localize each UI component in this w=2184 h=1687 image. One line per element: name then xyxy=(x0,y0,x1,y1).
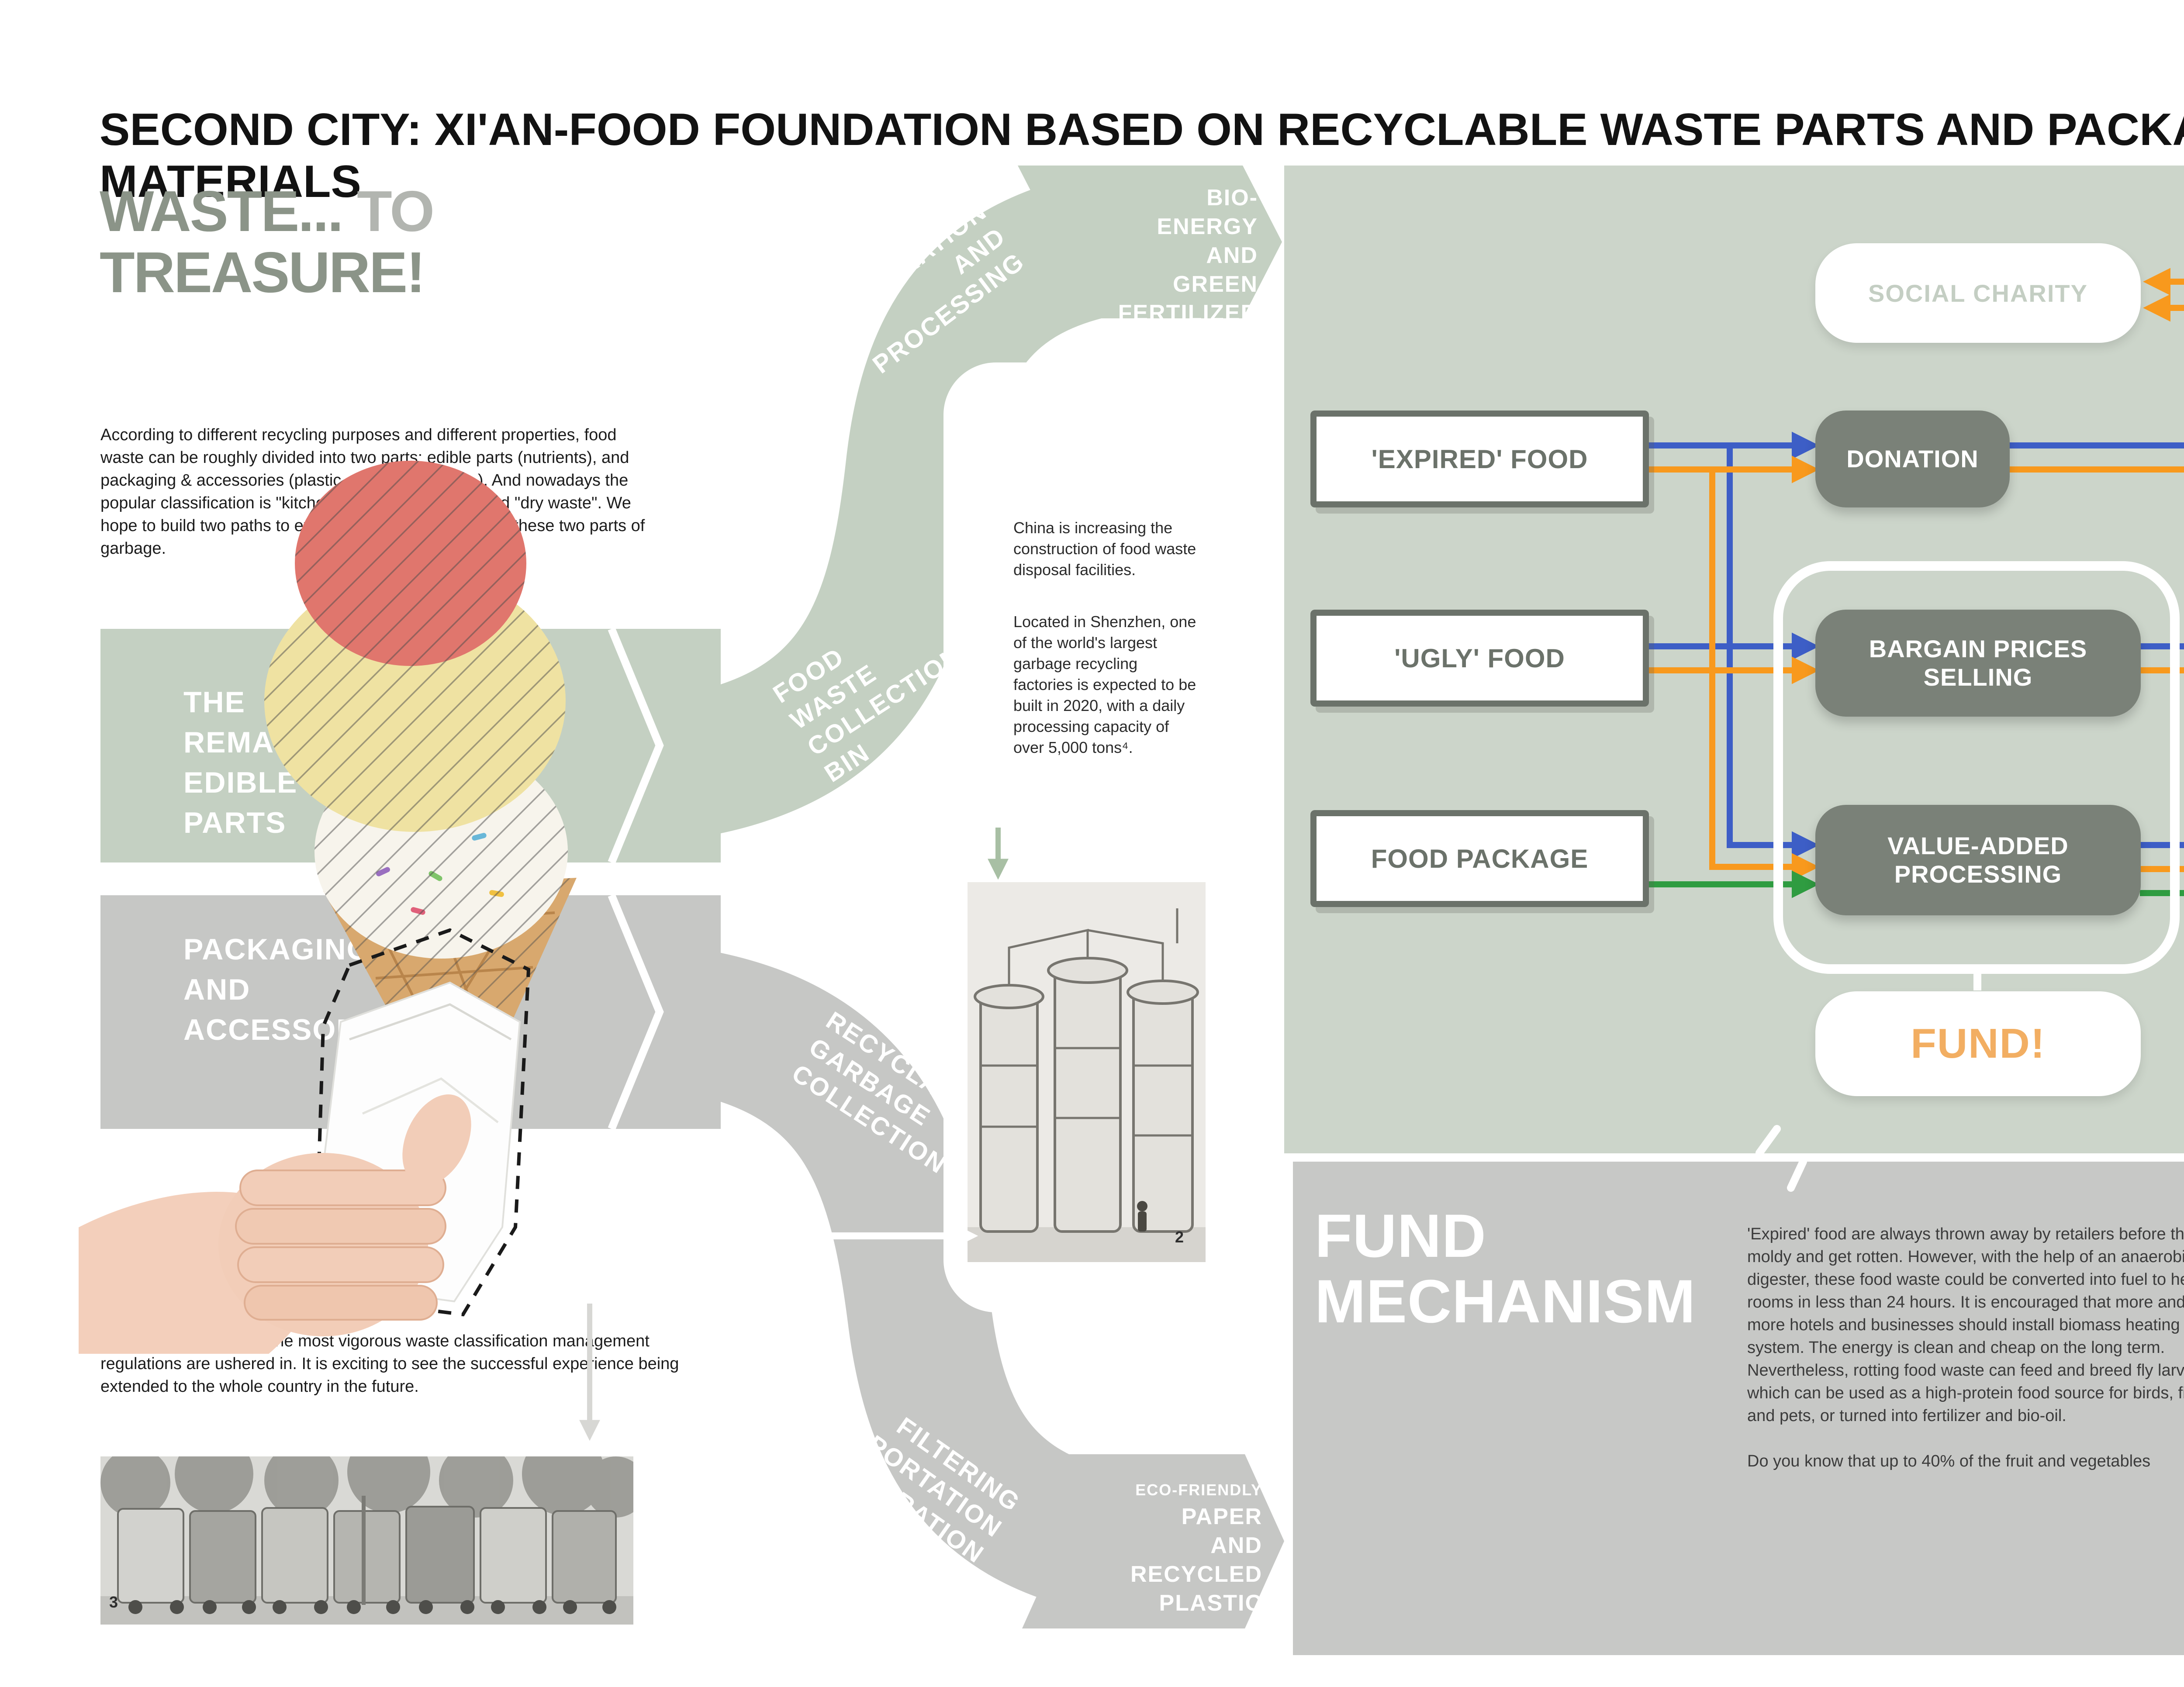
node-social-charity: SOCIAL CHARITY xyxy=(1815,243,2141,343)
node-fund: FUND! xyxy=(1815,991,2141,1096)
node-food-package: FOOD PACKAGE xyxy=(1310,810,1649,907)
node-expired-food: 'EXPIRED' FOOD xyxy=(1310,411,1649,507)
node-donation: DONATION xyxy=(1815,411,2010,507)
node-ugly-food: 'UGLY' FOOD xyxy=(1310,610,1649,707)
poster-page: { "page": { "title": "SECOND CITY: XI'AN… xyxy=(0,0,2184,1687)
fund-mechanism-heading: FUND MECHANISM xyxy=(1315,1203,1795,1334)
node-bargain-prices: BARGAIN PRICES SELLING xyxy=(1815,610,2141,717)
fund-column-1: 'Expired' food are always thrown away by… xyxy=(1747,1223,2184,1473)
node-value-added: VALUE-ADDED PROCESSING xyxy=(1815,805,2141,915)
